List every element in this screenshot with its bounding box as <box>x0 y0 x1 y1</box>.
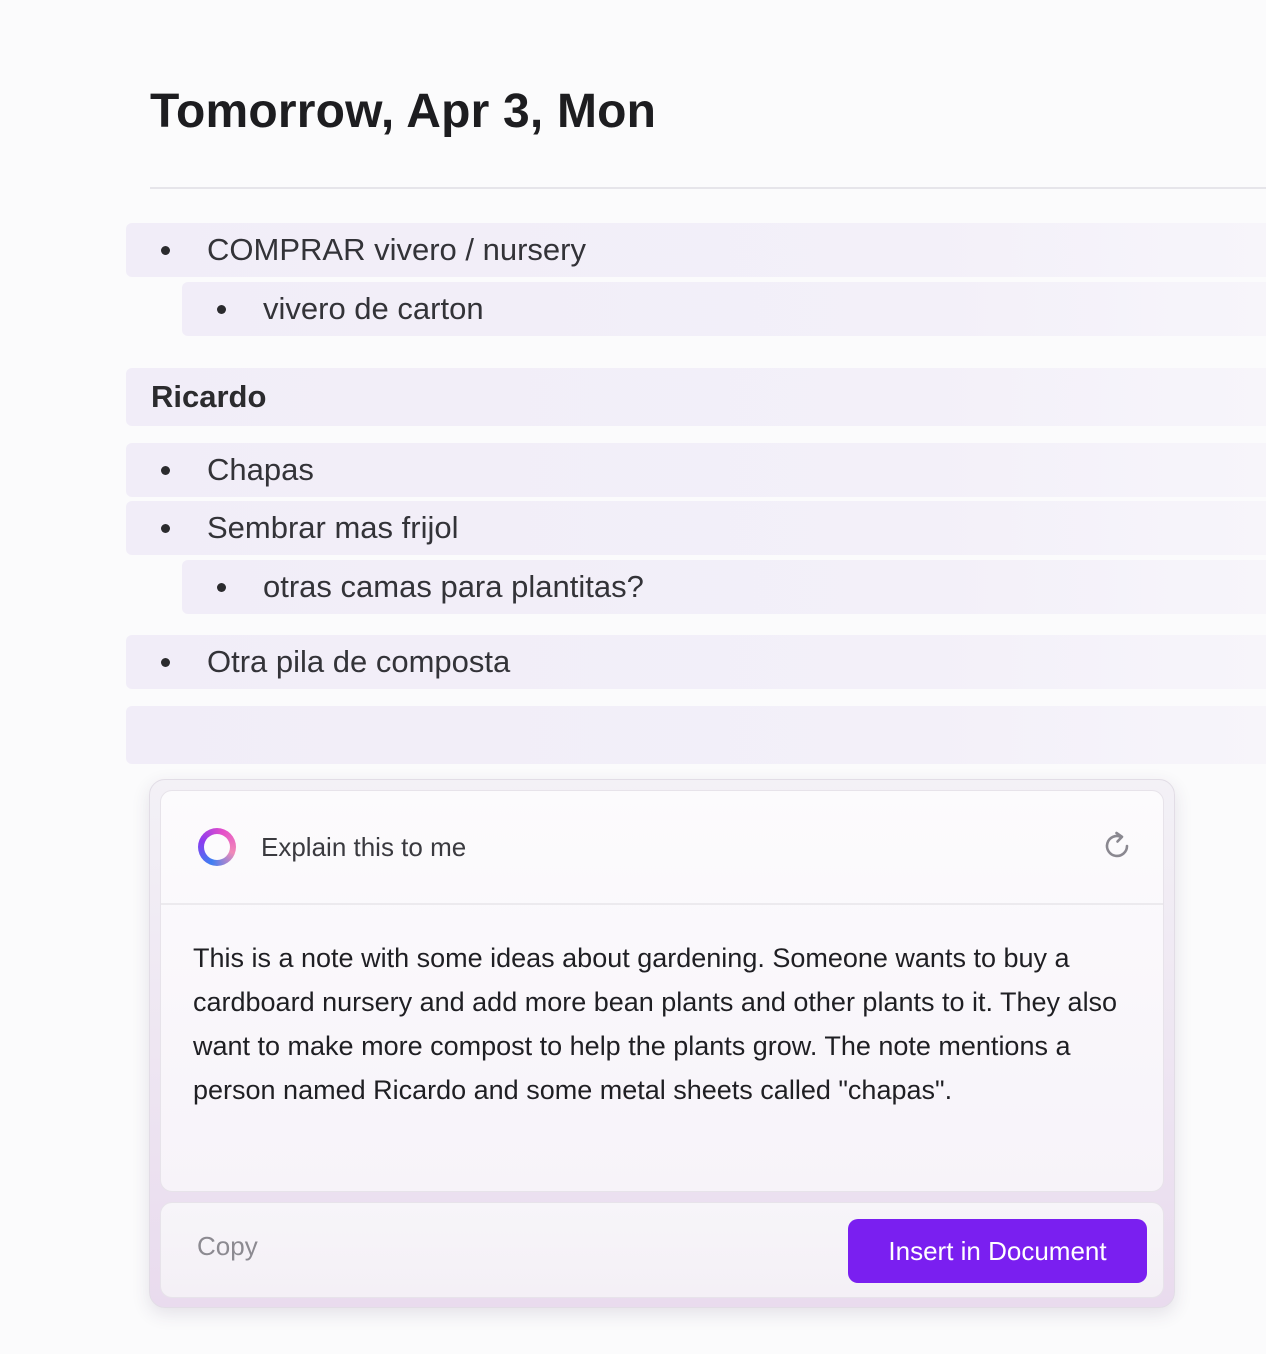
bullet-icon <box>217 582 226 592</box>
copy-button[interactable]: Copy <box>197 1231 258 1262</box>
bullet-icon <box>161 245 170 255</box>
list-item-text: Otra pila de composta <box>207 644 511 679</box>
title-divider <box>150 187 1266 189</box>
list-item-nested[interactable]: vivero de carton <box>182 282 1266 336</box>
section-heading[interactable]: Ricardo <box>126 368 1266 426</box>
insert-in-document-button[interactable]: Insert in Document <box>848 1219 1147 1283</box>
bullet-icon <box>161 657 170 667</box>
bullet-icon <box>217 304 226 314</box>
bullet-icon <box>161 523 170 533</box>
page-title: Tomorrow, Apr 3, Mon <box>150 85 657 138</box>
ai-prompt-header: Explain this to me <box>161 791 1163 905</box>
ai-response-card: Explain this to me This is a note with s… <box>160 790 1164 1192</box>
ai-prompt-text: Explain this to me <box>261 831 467 862</box>
list-item-text: Chapas <box>207 452 314 487</box>
list-item-nested[interactable]: otras camas para plantitas? <box>182 560 1266 614</box>
bullet-icon <box>161 465 170 475</box>
list-item[interactable]: Sembrar mas frijol <box>126 501 1266 555</box>
empty-block[interactable] <box>126 706 1266 764</box>
list-item-text: vivero de carton <box>263 291 484 326</box>
note-page: Tomorrow, Apr 3, Mon COMPRAR vivero / nu… <box>0 0 1266 1354</box>
ai-assistant-panel: Explain this to me This is a note with s… <box>149 779 1175 1308</box>
list-item[interactable]: COMPRAR vivero / nursery <box>126 223 1266 277</box>
ai-ring-icon <box>198 828 236 866</box>
refresh-icon[interactable] <box>1101 829 1135 863</box>
list-item[interactable]: Otra pila de composta <box>126 635 1266 689</box>
list-item-text: Sembrar mas frijol <box>207 510 459 545</box>
section-heading-text: Ricardo <box>151 379 267 414</box>
ai-response-text: This is a note with some ideas about gar… <box>193 943 1118 1105</box>
list-item-text: otras camas para plantitas? <box>263 569 644 604</box>
list-item[interactable]: Chapas <box>126 443 1266 497</box>
ai-actions-bar: Copy Insert in Document <box>160 1202 1164 1298</box>
list-item-text: COMPRAR vivero / nursery <box>207 232 586 267</box>
